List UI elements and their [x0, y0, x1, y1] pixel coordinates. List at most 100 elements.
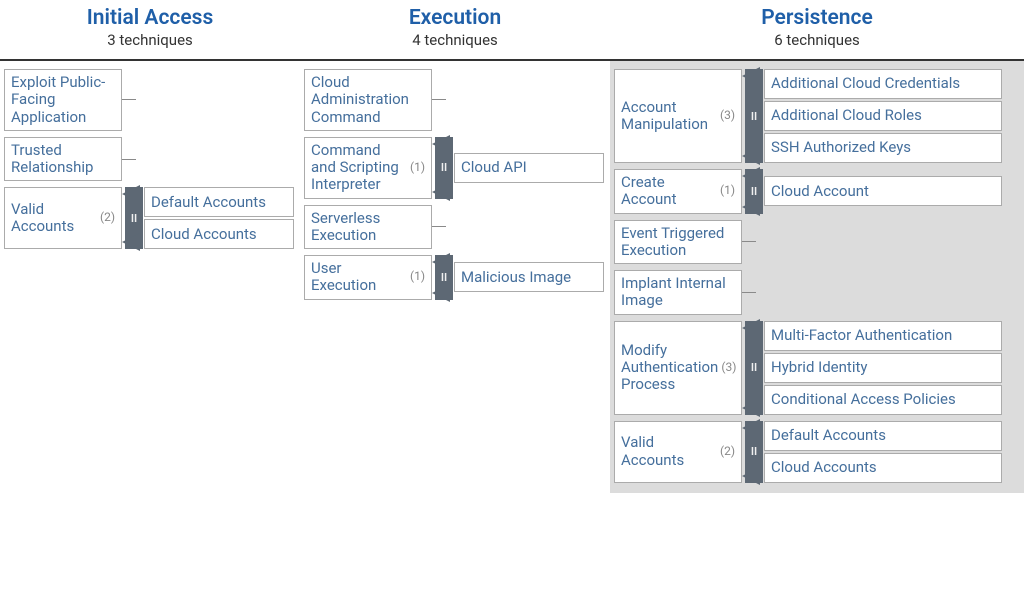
subtechnique-list: Malicious Image	[454, 255, 604, 300]
technique-modify-auth-process[interactable]: Modify Authentication Process (3)	[614, 321, 742, 415]
expander-icon: II	[435, 255, 453, 300]
connector-stub	[122, 159, 136, 160]
tactic-column-execution: Execution 4 techniques Cloud Administrat…	[300, 0, 610, 310]
subtechnique-label: Default Accounts	[771, 427, 886, 444]
expander-toggle[interactable]: II	[432, 137, 452, 199]
subtechnique-list: Default Accounts Cloud Accounts	[144, 187, 294, 249]
technique-label: Valid Accounts	[11, 201, 97, 236]
technique-row: Event Triggered Execution	[614, 220, 1020, 265]
technique-row: User Execution (1) II Malicious Image	[304, 255, 606, 300]
technique-valid-accounts[interactable]: Valid Accounts (2)	[614, 421, 742, 483]
subtechnique-cloud-accounts[interactable]: Cloud Accounts	[764, 453, 1002, 483]
technique-sub-count: (3)	[721, 361, 736, 375]
tactic-name[interactable]: Execution	[304, 6, 606, 30]
subtechnique-list: Additional Cloud Credentials Additional …	[764, 69, 1002, 163]
technique-sub-count: (1)	[720, 184, 735, 198]
subtechnique-mfa[interactable]: Multi-Factor Authentication	[764, 321, 1002, 351]
technique-label: Event Triggered Execution	[621, 225, 735, 260]
tactic-count: 4 techniques	[304, 30, 606, 55]
technique-create-account[interactable]: Create Account (1)	[614, 169, 742, 214]
technique-row: Command and Scripting Interpreter (1) II…	[304, 137, 606, 199]
tactic-count: 6 techniques	[614, 30, 1020, 55]
technique-command-scripting-interpreter[interactable]: Command and Scripting Interpreter (1)	[304, 137, 432, 199]
subtechnique-default-accounts[interactable]: Default Accounts	[764, 421, 1002, 451]
technique-label: Serverless Execution	[311, 210, 425, 245]
subtechnique-cloud-accounts[interactable]: Cloud Accounts	[144, 219, 294, 249]
subtechnique-label: Multi-Factor Authentication	[771, 327, 952, 344]
subtechnique-ssh-authorized-keys[interactable]: SSH Authorized Keys	[764, 133, 1002, 163]
tactic-header: Execution 4 techniques	[300, 0, 610, 59]
connector-stub	[742, 292, 756, 293]
expander-icon: II	[745, 421, 763, 483]
connector-stub	[122, 99, 136, 100]
technique-sub-count: (3)	[720, 109, 735, 123]
subtechnique-conditional-access-policies[interactable]: Conditional Access Policies	[764, 385, 1002, 415]
subtechnique-label: Hybrid Identity	[771, 359, 867, 376]
tactic-name[interactable]: Initial Access	[4, 6, 296, 30]
subtechnique-label: Malicious Image	[461, 269, 571, 286]
subtechnique-additional-cloud-roles[interactable]: Additional Cloud Roles	[764, 101, 1002, 131]
technique-sub-count: (2)	[100, 211, 115, 225]
technique-row: Trusted Relationship	[4, 137, 296, 182]
technique-sub-count: (1)	[410, 161, 425, 175]
technique-label: Modify Authentication Process	[621, 342, 718, 394]
technique-label: Trusted Relationship	[11, 142, 115, 177]
technique-label: Valid Accounts	[621, 434, 717, 469]
technique-label: Command and Scripting Interpreter	[311, 142, 407, 194]
tactic-column-persistence: Persistence 6 techniques Account Manipul…	[610, 0, 1024, 493]
subtechnique-label: Conditional Access Policies	[771, 391, 956, 408]
expander-toggle[interactable]: II	[742, 421, 762, 483]
expander-icon: II	[745, 169, 763, 214]
technique-label: Account Manipulation	[621, 99, 717, 134]
tactic-column-initial-access: Initial Access 3 techniques Exploit Publ…	[0, 0, 300, 259]
subtechnique-malicious-image[interactable]: Malicious Image	[454, 262, 604, 292]
subtechnique-cloud-account[interactable]: Cloud Account	[764, 176, 1002, 206]
expander-toggle[interactable]: II	[742, 321, 762, 415]
technique-row: Exploit Public-Facing Application	[4, 69, 296, 131]
technique-event-triggered-execution[interactable]: Event Triggered Execution	[614, 220, 742, 265]
subtechnique-label: Cloud API	[461, 159, 527, 176]
technique-label: Implant Internal Image	[621, 275, 735, 310]
technique-sub-count: (1)	[410, 270, 425, 284]
subtechnique-label: Cloud Account	[771, 183, 869, 200]
subtechnique-cloud-api[interactable]: Cloud API	[454, 153, 604, 183]
subtechnique-list: Default Accounts Cloud Accounts	[764, 421, 1002, 483]
technique-exploit-public-facing[interactable]: Exploit Public-Facing Application	[4, 69, 122, 131]
technique-valid-accounts[interactable]: Valid Accounts (2)	[4, 187, 122, 249]
tactic-body: Exploit Public-Facing Application Truste…	[0, 59, 300, 259]
subtechnique-default-accounts[interactable]: Default Accounts	[144, 187, 294, 217]
expander-toggle[interactable]: II	[742, 69, 762, 163]
subtechnique-label: SSH Authorized Keys	[771, 139, 911, 156]
expander-icon: II	[745, 321, 763, 415]
technique-label: Create Account	[621, 174, 717, 209]
technique-row: Create Account (1) II Cloud Account	[614, 169, 1020, 214]
technique-trusted-relationship[interactable]: Trusted Relationship	[4, 137, 122, 182]
technique-row: Valid Accounts (2) II Default Accounts C…	[4, 187, 296, 249]
expander-icon: II	[435, 137, 453, 199]
tactic-name[interactable]: Persistence	[614, 6, 1020, 30]
subtechnique-label: Cloud Accounts	[151, 226, 257, 243]
expander-toggle[interactable]: II	[122, 187, 142, 249]
subtechnique-list: Multi-Factor Authentication Hybrid Ident…	[764, 321, 1002, 415]
subtechnique-additional-cloud-credentials[interactable]: Additional Cloud Credentials	[764, 69, 1002, 99]
expander-icon: II	[745, 69, 763, 163]
technique-implant-internal-image[interactable]: Implant Internal Image	[614, 270, 742, 315]
subtechnique-label: Default Accounts	[151, 194, 266, 211]
technique-label: User Execution	[311, 260, 407, 295]
subtechnique-hybrid-identity[interactable]: Hybrid Identity	[764, 353, 1002, 383]
subtechnique-label: Additional Cloud Roles	[771, 107, 922, 124]
technique-label: Exploit Public-Facing Application	[11, 74, 115, 126]
tactic-header: Initial Access 3 techniques	[0, 0, 300, 59]
expander-toggle[interactable]: II	[432, 255, 452, 300]
technique-row: Modify Authentication Process (3) II Mul…	[614, 321, 1020, 415]
connector-stub	[432, 226, 446, 227]
technique-user-execution[interactable]: User Execution (1)	[304, 255, 432, 300]
technique-label: Cloud Administration Command	[311, 74, 425, 126]
subtechnique-list: Cloud API	[454, 137, 604, 199]
tactic-count: 3 techniques	[4, 30, 296, 55]
technique-cloud-admin-command[interactable]: Cloud Administration Command	[304, 69, 432, 131]
technique-account-manipulation[interactable]: Account Manipulation (3)	[614, 69, 742, 163]
expander-toggle[interactable]: II	[742, 169, 762, 214]
technique-serverless-execution[interactable]: Serverless Execution	[304, 205, 432, 250]
technique-row: Serverless Execution	[304, 205, 606, 250]
